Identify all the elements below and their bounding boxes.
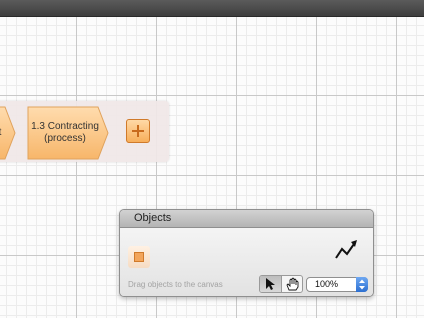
objects-panel-title[interactable]: Objects bbox=[120, 210, 373, 228]
zoom-stepper-icon bbox=[356, 277, 368, 292]
objects-hint: Drag objects to the canvas bbox=[128, 280, 223, 289]
process-shape-icon[interactable] bbox=[128, 246, 150, 268]
canvas-tool-group bbox=[259, 275, 303, 293]
pan-tool-button[interactable] bbox=[282, 276, 303, 292]
process-step-partial-label: t bbox=[0, 120, 6, 146]
zoom-value: 100% bbox=[315, 279, 339, 289]
select-tool-button[interactable] bbox=[260, 276, 282, 292]
connector-arrow-icon[interactable] bbox=[334, 239, 360, 261]
objects-panel-body: Drag objects to the canvas 100% bbox=[120, 228, 373, 296]
add-step-button[interactable] bbox=[126, 119, 150, 143]
zoom-select[interactable]: 100% bbox=[306, 277, 368, 292]
process-step-contracting-label: 1.3 Contracting (process) bbox=[31, 121, 99, 144]
app-top-bar bbox=[0, 0, 424, 17]
select-arrow-icon bbox=[266, 278, 276, 290]
objects-panel: Objects Drag objects to the canvas 100% bbox=[119, 209, 374, 297]
hand-pan-icon bbox=[286, 277, 299, 291]
